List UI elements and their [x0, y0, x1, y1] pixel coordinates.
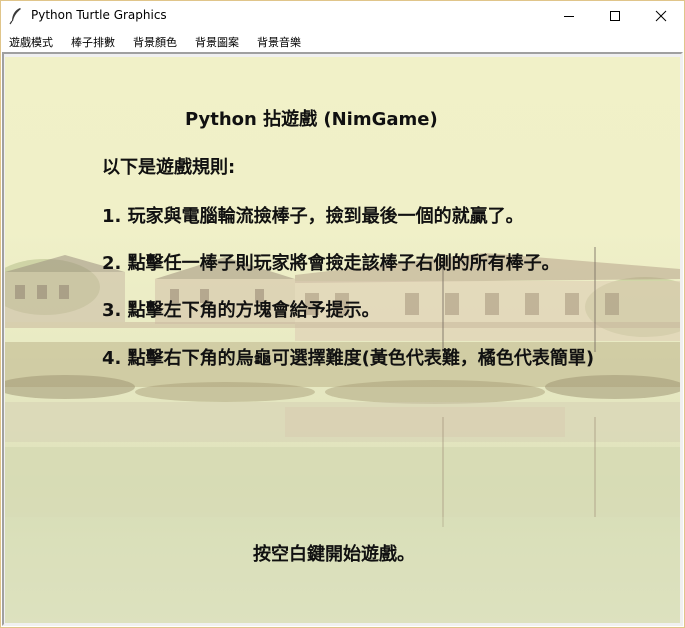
rule-2: 2. 點擊任一棒子則玩家將會撿走該棒子右側的所有棒子。 — [102, 253, 560, 274]
feather-icon — [9, 8, 21, 25]
menu-background-color[interactable]: 背景顏色 — [133, 34, 177, 50]
maximize-button[interactable] — [592, 1, 638, 31]
game-title: Python 拈遊戲 (NimGame) — [185, 109, 438, 130]
close-icon — [655, 10, 667, 22]
window-title: Python Turtle Graphics — [31, 8, 167, 22]
minimize-icon — [564, 16, 574, 17]
menu-background-music[interactable]: 背景音樂 — [257, 34, 301, 50]
menu-bar: 遊戲模式 棒子排數 背景顏色 背景圖案 背景音樂 — [1, 31, 684, 51]
maximize-icon — [610, 11, 620, 21]
background-lake-photo — [5, 247, 680, 623]
minimize-button[interactable] — [546, 1, 592, 31]
rules-heading: 以下是遊戲規則: — [102, 157, 236, 178]
rule-1: 1. 玩家與電腦輪流撿棒子，撿到最後一個的就贏了。 — [102, 206, 524, 227]
title-bar[interactable]: Python Turtle Graphics — [1, 1, 684, 31]
menu-background-image[interactable]: 背景圖案 — [195, 34, 239, 50]
start-prompt: 按空白鍵開始遊戲。 — [253, 544, 415, 565]
close-button[interactable] — [638, 1, 684, 31]
rule-3: 3. 點擊左下角的方塊會給予提示。 — [102, 300, 380, 321]
turtle-canvas[interactable]: Python 拈遊戲 (NimGame) 以下是遊戲規則: 1. 玩家與電腦輪流… — [5, 57, 680, 623]
menu-stick-rows[interactable]: 棒子排數 — [71, 34, 115, 50]
menu-game-mode[interactable]: 遊戲模式 — [9, 34, 53, 50]
turtle-window: Python Turtle Graphics 遊戲模式 棒子排數 背景顏色 背景… — [0, 0, 685, 628]
rule-4: 4. 點擊右下角的烏龜可選擇難度(黃色代表難，橘色代表簡單) — [102, 348, 595, 369]
